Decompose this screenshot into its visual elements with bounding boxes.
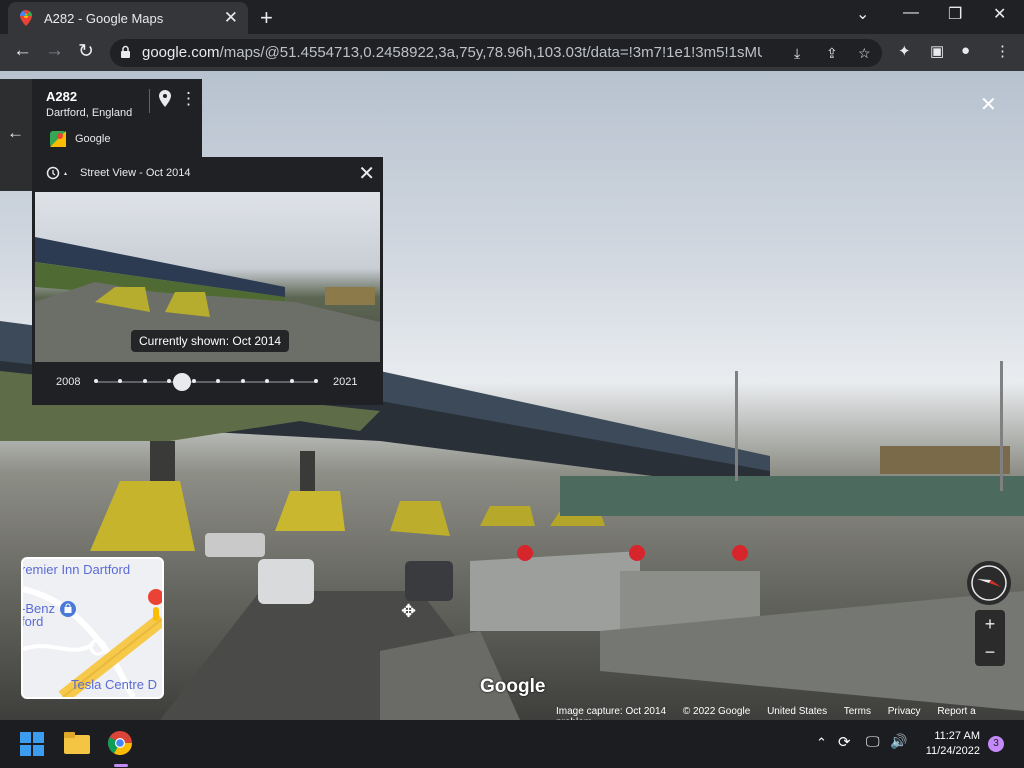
close-time-machine-icon[interactable]: ✕ xyxy=(358,161,375,186)
network-icon[interactable]: 🖵 xyxy=(866,733,880,750)
clock-date: 11/24/2022 xyxy=(925,745,980,757)
zoom-out-button[interactable]: − xyxy=(975,638,1005,666)
back-arrow-icon[interactable]: ← xyxy=(7,123,24,143)
pegman-location-icon xyxy=(147,589,162,634)
move-cursor-icon: ✥ xyxy=(401,601,417,621)
close-street-view-icon[interactable]: ✕ xyxy=(980,92,997,117)
reload-icon[interactable]: ↻ xyxy=(78,40,94,63)
clock[interactable]: 11:27 AM 11/24/2022 xyxy=(926,729,980,759)
google-maps-logo-icon xyxy=(50,131,66,152)
history-clock-icon[interactable] xyxy=(45,166,69,185)
share-icon[interactable]: ⇪ xyxy=(826,45,838,62)
map-pin-icon[interactable] xyxy=(159,90,171,113)
start-windows-icon[interactable] xyxy=(20,732,44,761)
date-slider-thumb[interactable] xyxy=(172,373,191,391)
lock-icon[interactable] xyxy=(120,45,131,64)
terms-link[interactable]: Terms xyxy=(844,706,871,717)
slider-start-year: 2008 xyxy=(56,376,81,388)
url-domain: google.com xyxy=(142,44,220,61)
date-slider-stop[interactable] xyxy=(191,379,196,383)
compass-needle-icon xyxy=(971,565,1007,601)
install-app-icon[interactable]: ⤓ xyxy=(794,45,800,62)
poi-dartford[interactable]: ford xyxy=(23,614,43,629)
date-slider-stop[interactable] xyxy=(240,379,245,383)
show-hidden-icons-icon[interactable]: ⌃ xyxy=(816,735,827,751)
currently-shown-tooltip: Currently shown: Oct 2014 xyxy=(131,330,290,352)
place-info-card: A282 Dartford, England ⋮ Google xyxy=(32,79,202,157)
date-slider-stop[interactable] xyxy=(314,379,318,383)
place-name[interactable]: A282 xyxy=(46,89,77,104)
image-capture-date: Image capture: Oct 2014 xyxy=(556,706,667,717)
menu-icon[interactable]: ⋮ xyxy=(995,42,1010,60)
clock-time: 11:27 AM xyxy=(934,730,980,742)
zoom-in-button[interactable]: + xyxy=(975,610,1005,638)
time-machine-header: Street View - Oct 2014 xyxy=(80,167,191,179)
active-app-indicator xyxy=(114,764,128,767)
close-window-icon[interactable]: ✕ xyxy=(993,4,1006,24)
date-slider-stop[interactable] xyxy=(94,379,98,383)
poi-premier-inn[interactable]: remier Inn Dartford xyxy=(23,562,130,577)
extensions-icon[interactable]: ✦ xyxy=(898,42,911,60)
imagery-source[interactable]: Google xyxy=(75,133,110,145)
side-panel-icon[interactable]: ▣ xyxy=(930,42,944,60)
date-slider-stop[interactable] xyxy=(142,379,147,383)
date-slider-track[interactable] xyxy=(96,381,316,383)
place-location: Dartford, England xyxy=(46,107,133,119)
chrome-icon[interactable] xyxy=(107,730,133,761)
compass-control[interactable] xyxy=(967,561,1011,605)
close-tab-icon[interactable]: ✕ xyxy=(224,8,238,28)
zoom-control: + − xyxy=(975,610,1005,666)
forward-icon[interactable]: → xyxy=(45,40,64,62)
tab-title: A282 - Google Maps xyxy=(44,11,164,26)
bookmark-star-icon[interactable]: ☆ xyxy=(858,45,871,62)
more-options-icon[interactable]: ⋮ xyxy=(180,89,197,109)
privacy-link[interactable]: Privacy xyxy=(888,706,921,717)
street-view-time-machine: Street View - Oct 2014 ✕ Currently shown… xyxy=(32,157,383,405)
url-text: google.com/maps/@51.4554713,0.2458922,3a… xyxy=(142,44,762,61)
file-explorer-icon[interactable] xyxy=(64,732,90,759)
shopping-bag-icon xyxy=(60,601,76,622)
notification-badge[interactable]: 3 xyxy=(988,736,1004,752)
url-path: /maps/@51.4554713,0.2458922,3a,75y,78.96… xyxy=(219,44,762,61)
tab-search-icon[interactable]: ⌄ xyxy=(856,4,869,24)
volume-icon[interactable]: 🔊 xyxy=(890,733,907,750)
copyright: © 2022 Google xyxy=(682,706,751,717)
sync-icon[interactable]: ⟳ xyxy=(838,733,851,751)
restore-icon[interactable]: ❐ xyxy=(948,4,962,24)
slider-end-year: 2021 xyxy=(333,376,358,388)
poi-tesla-centre[interactable]: Tesla Centre D xyxy=(71,677,157,692)
back-to-map-bar[interactable]: ← xyxy=(0,79,32,191)
taskbar: ⌃ ⟳ 🖵 🔊 11:27 AM 11/24/2022 3 xyxy=(0,720,1024,768)
profile-avatar-icon[interactable]: ● xyxy=(961,42,970,59)
minimize-icon[interactable]: — xyxy=(903,4,919,22)
browser-tab[interactable]: A282 - Google Maps ✕ xyxy=(8,2,248,34)
divider xyxy=(149,89,150,113)
mini-map[interactable]: remier Inn Dartford -Benz ford Tesla Cen… xyxy=(21,557,164,699)
google-maps-pin-icon xyxy=(20,10,32,31)
google-watermark: Google xyxy=(480,676,546,697)
region-link[interactable]: United States xyxy=(767,706,827,717)
back-icon[interactable]: ← xyxy=(13,40,32,62)
address-bar[interactable]: google.com/maps/@51.4554713,0.2458922,3a… xyxy=(110,39,882,67)
historic-imagery-preview[interactable]: Currently shown: Oct 2014 xyxy=(35,192,380,362)
new-tab-button[interactable]: + xyxy=(260,5,273,31)
tab-strip: A282 - Google Maps ✕ + ⌄ — ❐ ✕ xyxy=(0,0,1024,34)
date-slider-stop[interactable] xyxy=(289,379,294,383)
